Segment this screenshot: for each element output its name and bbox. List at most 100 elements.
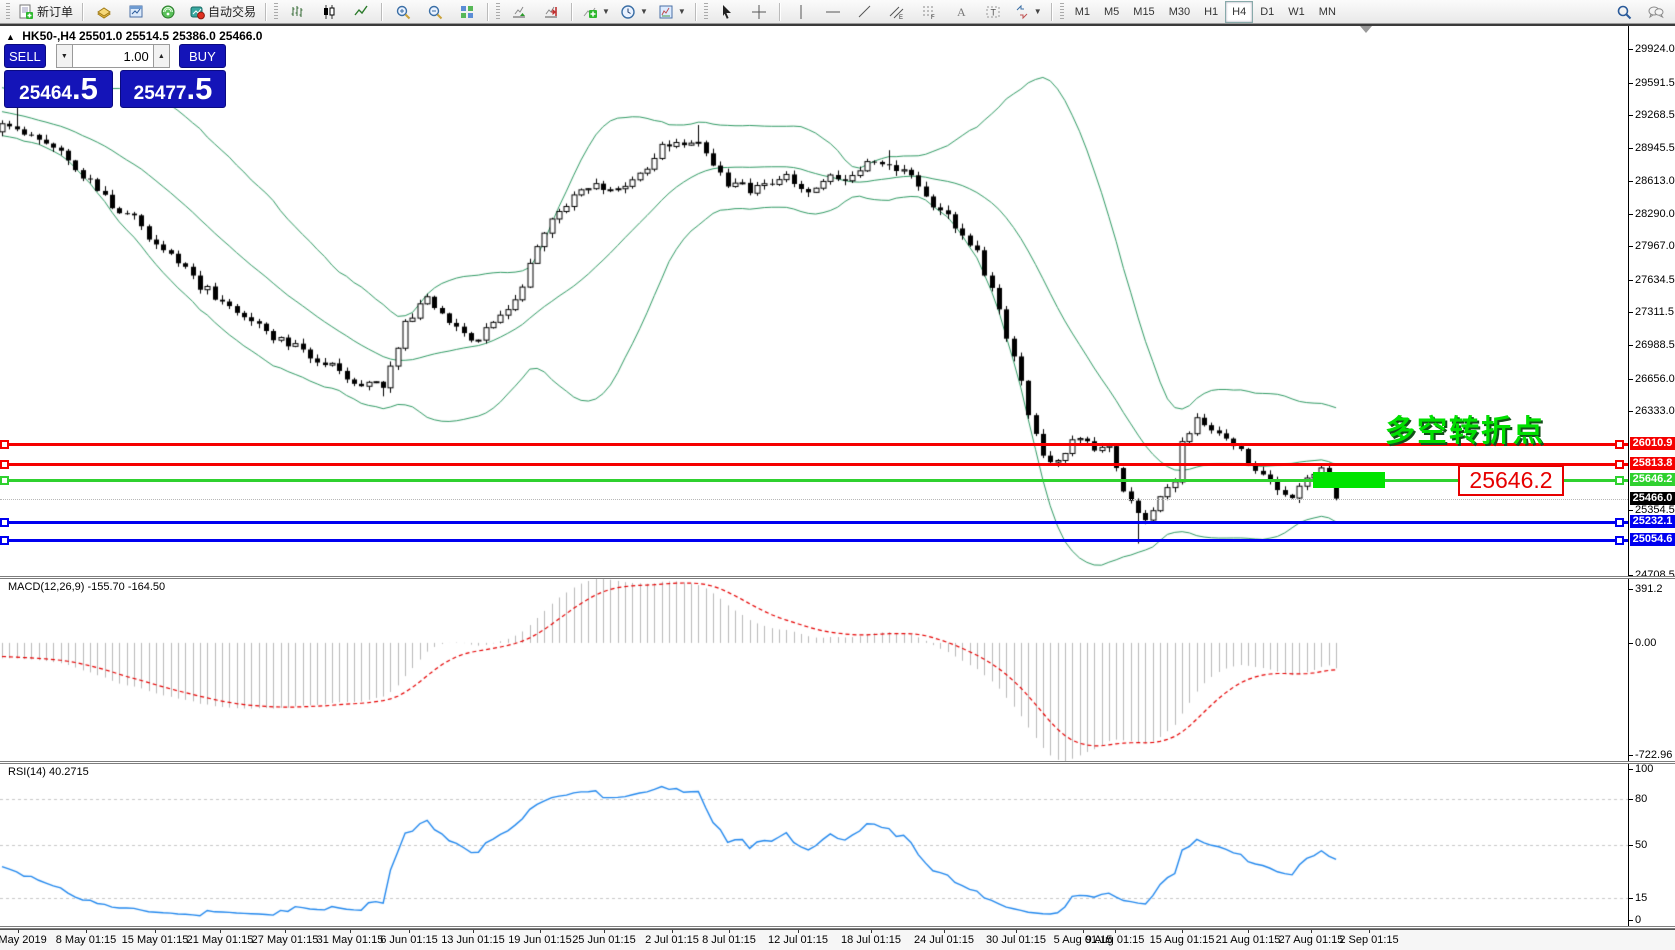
line-handle[interactable] — [1615, 476, 1624, 485]
trendline-button[interactable] — [850, 0, 880, 23]
volume-decrease-button[interactable]: ▼ — [56, 44, 73, 68]
zoom-in-button[interactable] — [388, 0, 418, 23]
price-axis-tick: 29924.0 — [1635, 43, 1675, 55]
line-handle[interactable] — [0, 460, 9, 469]
toolbar-grip[interactable] — [496, 3, 500, 21]
chart-shift-button[interactable] — [536, 0, 566, 23]
fibonacci-button[interactable]: F — [914, 0, 944, 23]
volume-input[interactable] — [73, 44, 153, 68]
ohlc-values: 25501.0 25514.5 25386.0 25466.0 — [79, 29, 263, 43]
pane-separator[interactable] — [0, 761, 1675, 764]
zoom-out-button[interactable] — [420, 0, 450, 23]
line-chart-icon — [353, 4, 369, 20]
chart-shift-icon — [543, 4, 559, 20]
periods-button[interactable]: ▼ — [616, 0, 652, 23]
crosshair-button[interactable] — [744, 0, 774, 23]
sell-price-display[interactable]: 25464.5 — [4, 70, 113, 108]
signals-button[interactable] — [153, 0, 183, 23]
line-handle[interactable] — [1615, 460, 1624, 469]
data-window-button[interactable] — [121, 0, 151, 23]
line-handle[interactable] — [0, 518, 9, 527]
time-axis-tick — [944, 930, 945, 933]
time-axis-label: 25 Jun 01:15 — [572, 934, 636, 946]
indicators-button[interactable]: ▼ — [578, 0, 614, 23]
chart-window-border — [0, 24, 1675, 26]
crosshair-icon — [751, 4, 767, 20]
autotrading-button[interactable]: 自动交易 — [185, 0, 260, 23]
candlestick-chart-button[interactable] — [314, 0, 344, 23]
auto-scroll-button[interactable] — [504, 0, 534, 23]
tab-timeframe-d1[interactable]: D1 — [1253, 1, 1281, 23]
collapse-arrow-icon[interactable]: ▲ — [6, 32, 15, 42]
time-axis-tick — [285, 930, 286, 933]
chat-icon — [1648, 4, 1664, 20]
text-label-button[interactable]: T — [978, 0, 1008, 23]
horizontal-line-button[interactable] — [818, 0, 848, 23]
vertical-line-button[interactable] — [786, 0, 816, 23]
buy-price-display[interactable]: 25477.5 — [120, 70, 226, 108]
macd-axis-label: -722.96 — [1635, 749, 1675, 761]
macd-axis-label: 391.2 — [1635, 583, 1675, 595]
buy-button[interactable]: BUY — [179, 44, 226, 68]
market-watch-button[interactable] — [89, 0, 119, 23]
equidistant-channel-button[interactable]: E — [882, 0, 912, 23]
time-axis[interactable]: 2 May 20198 May 01:1515 May 01:1521 May … — [0, 929, 1675, 950]
time-axis-label: 21 Aug 01:15 — [1216, 934, 1281, 946]
zoom-out-icon — [427, 4, 443, 20]
toolbar-grip[interactable] — [704, 3, 708, 21]
new-order-icon — [18, 4, 34, 20]
line-handle[interactable] — [0, 440, 9, 449]
toolbar-grip[interactable] — [6, 3, 10, 21]
tab-timeframe-m30[interactable]: M30 — [1162, 1, 1197, 23]
cursor-button[interactable] — [712, 0, 742, 23]
templates-button[interactable]: ▼ — [654, 0, 690, 23]
line-chart-button[interactable] — [346, 0, 376, 23]
line-handle[interactable] — [0, 536, 9, 545]
chat-button[interactable] — [1641, 0, 1671, 23]
tab-timeframe-m5[interactable]: M5 — [1097, 1, 1126, 23]
horizontal-line-25054.6[interactable] — [0, 539, 1628, 542]
price-axis-tick: 27967.0 — [1635, 240, 1675, 252]
line-handle[interactable] — [1615, 536, 1624, 545]
price-callout-box[interactable]: 25646.2 — [1458, 465, 1564, 496]
signals-icon — [160, 4, 176, 20]
tab-timeframe-h1[interactable]: H1 — [1197, 1, 1225, 23]
tile-windows-button[interactable] — [452, 0, 482, 23]
horizontal-line-25813.8[interactable] — [0, 463, 1628, 466]
sell-button[interactable]: SELL — [4, 44, 46, 68]
tab-timeframe-mn[interactable]: MN — [1312, 1, 1343, 23]
price-axis-tick: 27634.5 — [1635, 274, 1675, 286]
line-handle[interactable] — [0, 476, 9, 485]
chart-shift-marker[interactable] — [1360, 26, 1372, 33]
rsi-indicator-pane[interactable] — [0, 764, 1628, 925]
pane-separator[interactable] — [0, 576, 1675, 579]
price-axis-tick: 29591.5 — [1635, 77, 1675, 89]
line-handle[interactable] — [1615, 518, 1624, 527]
tab-timeframe-h4[interactable]: H4 — [1225, 1, 1253, 23]
bar-chart-button[interactable] — [282, 0, 312, 23]
line-handle[interactable] — [1615, 440, 1624, 449]
toolbar-grip[interactable] — [1060, 3, 1064, 21]
tab-timeframe-m1[interactable]: M1 — [1068, 1, 1097, 23]
volume-increase-button[interactable]: ▲ — [153, 44, 170, 68]
turning-point-annotation[interactable]: 多空转折点 — [1385, 406, 1545, 450]
text-button[interactable]: A — [946, 0, 976, 23]
toolbar-grip[interactable] — [274, 3, 278, 21]
tab-timeframe-m15[interactable]: M15 — [1126, 1, 1161, 23]
highlight-rectangle[interactable] — [1313, 472, 1385, 488]
search-button[interactable] — [1609, 0, 1639, 23]
horizontal-line-25232.1[interactable] — [0, 521, 1628, 524]
toolbar-separator — [571, 3, 573, 21]
text-label-icon: T — [985, 4, 1001, 20]
price-axis[interactable]: 29924.029591.529268.528945.528613.028290… — [1628, 26, 1675, 929]
time-axis-tick — [350, 930, 351, 933]
dropdown-arrow-icon: ▼ — [678, 7, 686, 16]
tab-timeframe-w1[interactable]: W1 — [1281, 1, 1312, 23]
arrows-button[interactable]: ▼ — [1010, 0, 1046, 23]
horizontal-line-26010.9[interactable] — [0, 443, 1628, 446]
main-price-chart[interactable] — [0, 26, 1628, 577]
pane-separator — [0, 926, 1675, 929]
time-axis-label: 8 May 01:15 — [56, 934, 117, 946]
macd-indicator-pane[interactable] — [0, 579, 1628, 761]
new-order-button[interactable]: 新订单 — [14, 0, 77, 23]
